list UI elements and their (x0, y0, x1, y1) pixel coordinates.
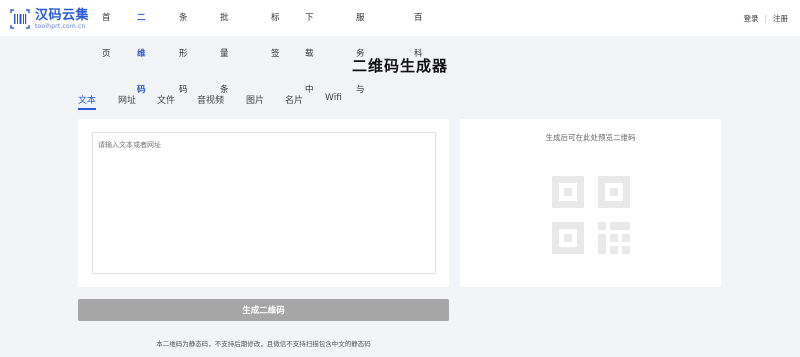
tab-url[interactable]: 网址 (118, 93, 136, 106)
login-link[interactable]: 登录 (743, 13, 758, 24)
nav-item-downloads[interactable]: 下载中心 (305, 0, 314, 131)
qr-code-placeholder-icon (552, 176, 630, 254)
text-url-input[interactable] (92, 132, 436, 274)
static-code-footnote: 本二维码为静态码，不支持后期修改，且微信不支持扫描包含中文的静态码 (156, 340, 371, 348)
brand-title: 汉码云集 (35, 7, 90, 23)
tab-wifi[interactable]: Wifi (325, 93, 342, 103)
tab-audio-video[interactable]: 音视频 (197, 93, 224, 106)
auth-separator: | (764, 13, 767, 23)
tab-image[interactable]: 图片 (246, 93, 264, 106)
nav-item-support[interactable]: 服务与支持 (356, 0, 365, 167)
top-navigation-bar: 汉码云集 toolhprt.com.cn 首页 二维码 条形码 批量条码 标签 … (0, 0, 800, 167)
nav-item-batch-barcode[interactable]: 批量条码 (220, 0, 229, 131)
brand-subtitle: toolhprt.com.cn (35, 22, 86, 30)
nav-item-barcode[interactable]: 条形码 (179, 0, 188, 95)
register-link[interactable]: 注册 (773, 13, 788, 24)
nav-item-qrcode[interactable]: 二维码 (137, 0, 146, 95)
nav-item-home[interactable]: 首页 (102, 0, 111, 59)
tab-business-card[interactable]: 名片 (285, 93, 303, 106)
page-title: 二维码生成器 (351, 57, 448, 75)
auth-links: 登录 | 注册 (743, 0, 788, 36)
tab-file[interactable]: 文件 (157, 93, 175, 106)
barcode-logo-icon (10, 9, 30, 29)
nav-item-wiki[interactable]: 百科 (414, 0, 423, 59)
preview-hint: 生成后可在此处预览二维码 (545, 133, 636, 142)
brand-logo[interactable]: 汉码云集 toolhprt.com.cn (10, 6, 89, 32)
nav-item-labels[interactable]: 标签 (271, 0, 280, 59)
tab-text[interactable]: 文本 (78, 93, 96, 106)
active-tab-indicator (78, 108, 96, 110)
generate-qrcode-button[interactable]: 生成二维码 (78, 299, 449, 321)
